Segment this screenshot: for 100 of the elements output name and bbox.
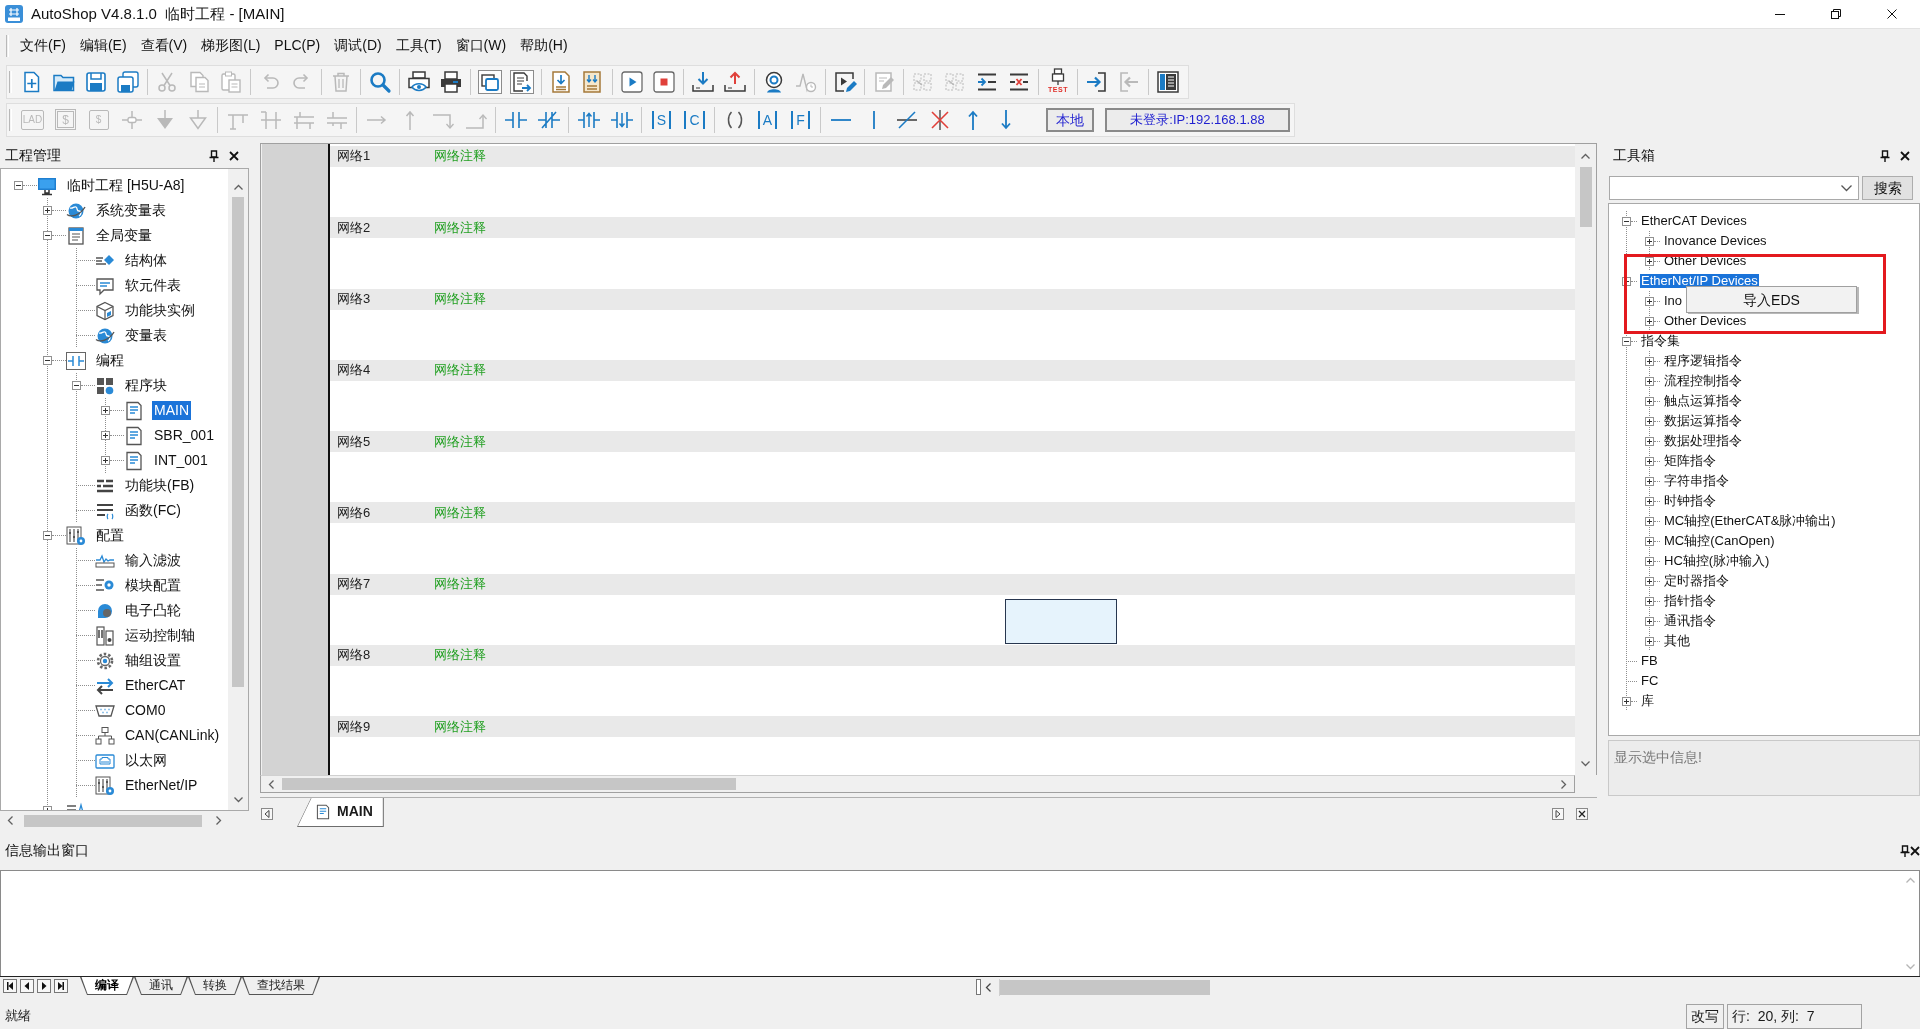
expand-icon[interactable]: [101, 431, 110, 440]
expand-icon[interactable]: [1645, 636, 1654, 646]
collapse-icon[interactable]: [1622, 276, 1631, 286]
expand-icon[interactable]: [1645, 376, 1654, 386]
expand-icon[interactable]: [1645, 616, 1654, 626]
menu-item[interactable]: 调试(D): [327, 34, 389, 57]
tree-item[interactable]: 指针指令: [1663, 594, 1717, 608]
tree-item[interactable]: 系统变量表: [94, 201, 168, 220]
tree-item[interactable]: EtherNet/IP Devices: [1640, 274, 1759, 288]
tree-item[interactable]: 临时工程 [H5U-A8]: [65, 176, 187, 195]
stop-icon[interactable]: [652, 69, 676, 94]
tree-item[interactable]: 配置: [94, 526, 126, 545]
collapse-icon[interactable]: [43, 531, 52, 540]
play-pen-icon[interactable]: [833, 69, 857, 94]
expand-icon[interactable]: [1645, 476, 1654, 486]
toolbar-button[interactable]: C: [682, 107, 707, 132]
scroll-right-icon[interactable]: [216, 816, 222, 825]
close-icon[interactable]: [1900, 150, 1910, 161]
scroll-down-icon[interactable]: [233, 796, 243, 803]
output-tab[interactable]: 查找结果: [242, 977, 320, 995]
tree-item[interactable]: 结构体: [123, 251, 169, 270]
scrollbar-thumb[interactable]: [1579, 167, 1592, 227]
expand-icon[interactable]: [1645, 436, 1654, 446]
previous-icon[interactable]: [20, 979, 34, 993]
printer-icon[interactable]: [439, 69, 463, 94]
local-button[interactable]: 本地: [1046, 107, 1094, 132]
play-icon[interactable]: [620, 69, 644, 94]
tree-item[interactable]: COM0: [123, 701, 168, 720]
tree-item[interactable]: CAN(CANLink): [123, 726, 222, 745]
tree-item[interactable]: 程序块: [123, 376, 169, 395]
pin-icon[interactable]: [1880, 149, 1890, 162]
tree-item[interactable]: 指令集: [1640, 334, 1681, 348]
expand-icon[interactable]: [1645, 536, 1654, 546]
expand-icon[interactable]: [101, 406, 110, 415]
output-tab[interactable]: 通讯: [134, 977, 188, 995]
tree-item[interactable]: HC轴控(脉冲输入): [1663, 554, 1771, 568]
tree-item[interactable]: Ino: [1663, 294, 1684, 308]
tree-item[interactable]: FC: [1640, 674, 1660, 688]
tree-item[interactable]: EtherCAT Devices: [1640, 214, 1748, 228]
toolbar-button[interactable]: F: [788, 107, 813, 132]
expand-icon[interactable]: [1622, 696, 1631, 706]
tree-item[interactable]: 以太网: [123, 751, 169, 770]
tree-item[interactable]: MC轴控(EtherCAT&脉冲输出): [1663, 514, 1837, 528]
collapse-icon[interactable]: [43, 231, 52, 240]
tree-item[interactable]: 功能块实例: [123, 301, 197, 320]
close-icon[interactable]: [229, 150, 239, 161]
last-page-icon[interactable]: [54, 979, 68, 993]
windows-icon[interactable]: [478, 69, 502, 94]
pin-icon[interactable]: [1900, 845, 1910, 857]
tree-item[interactable]: MAIN: [152, 401, 191, 420]
tree-item[interactable]: 运动控制轴: [123, 626, 197, 645]
tree-item[interactable]: 模块配置: [123, 576, 183, 595]
restore-icon[interactable]: [1831, 9, 1841, 19]
printer-eye-icon[interactable]: [407, 69, 431, 94]
menu-item[interactable]: 帮助(H): [513, 34, 575, 57]
tree-item[interactable]: FB: [1640, 654, 1659, 668]
collapse-icon[interactable]: [1622, 216, 1631, 226]
save-icon[interactable]: [84, 69, 108, 94]
menu-item[interactable]: 梯形图(L): [194, 34, 268, 57]
tree-item[interactable]: 函数(FC): [123, 501, 183, 520]
editor-tab[interactable]: MAIN: [297, 798, 384, 827]
horizontal-scrollbar[interactable]: [260, 775, 1575, 793]
menu-item[interactable]: 工具(T): [388, 34, 449, 57]
scroll-left-icon[interactable]: [985, 982, 991, 992]
first-page-icon[interactable]: [3, 979, 17, 993]
tree-item[interactable]: 时钟指令: [1663, 494, 1717, 508]
scroll-left-icon[interactable]: [261, 808, 273, 820]
close-icon[interactable]: [1887, 9, 1897, 19]
scrollbar-thumb[interactable]: [24, 814, 202, 827]
tree-item[interactable]: 轴组设置: [123, 651, 183, 670]
expand-icon[interactable]: [1645, 236, 1654, 246]
scroll-up-icon[interactable]: [1581, 152, 1590, 159]
save-all-icon[interactable]: [116, 69, 140, 94]
tree-item[interactable]: 字符串指令: [1663, 474, 1730, 488]
login-icon[interactable]: [1085, 69, 1109, 94]
expand-icon[interactable]: [1645, 396, 1654, 406]
expand-icon[interactable]: [1645, 576, 1654, 586]
menu-item[interactable]: 文件(F): [13, 34, 73, 57]
tree-item[interactable]: INT_001: [152, 451, 210, 470]
upload-icon[interactable]: [723, 69, 747, 94]
output-tab[interactable]: 编译: [80, 977, 134, 995]
expand-icon[interactable]: [1645, 256, 1654, 266]
expand-icon[interactable]: [43, 206, 52, 215]
tree-item[interactable]: 输入滤波: [123, 551, 183, 570]
expand-icon[interactable]: [1645, 496, 1654, 506]
tree-item[interactable]: 矩阵指令: [1663, 454, 1717, 468]
tree-item[interactable]: MC轴控(CanOpen): [1663, 534, 1776, 548]
download-icon[interactable]: [691, 69, 715, 94]
search-icon[interactable]: [368, 69, 392, 94]
expand-icon[interactable]: [1645, 556, 1654, 566]
tree-item[interactable]: 其他: [1663, 634, 1691, 648]
search-button[interactable]: 搜索: [1862, 176, 1913, 200]
menu-item[interactable]: 编辑(E): [72, 34, 134, 57]
tree-item[interactable]: EtherCAT: [123, 676, 188, 695]
tree-item[interactable]: 变量表: [123, 326, 169, 345]
expand-icon[interactable]: [1645, 596, 1654, 606]
tree-item[interactable]: 程序逻辑指令: [1663, 354, 1743, 368]
pin-icon[interactable]: [209, 149, 219, 162]
menu-item[interactable]: 导入EDS: [1743, 292, 1800, 307]
expand-icon[interactable]: [1645, 516, 1654, 526]
